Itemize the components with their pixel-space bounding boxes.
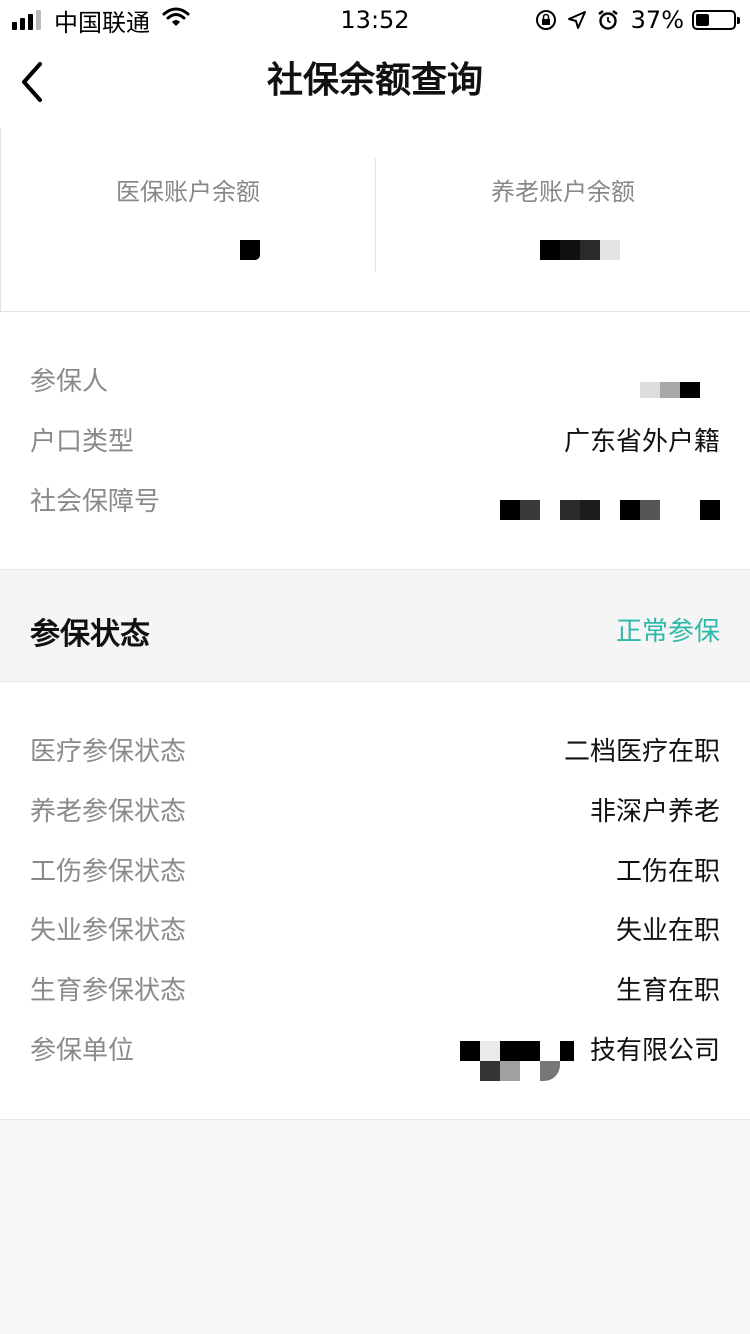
alarm-icon — [597, 9, 619, 31]
battery-fill — [696, 14, 709, 26]
info-row-household: 户口类型 广东省外户籍 — [0, 422, 750, 462]
employer-name-redacted — [460, 1041, 574, 1081]
insurance-details-section: 医疗参保状态 二档医疗在职 养老参保状态 非深户养老 工伤参保状态 工伤在职 失… — [0, 682, 750, 1120]
nav-bar: 社保余额查询 — [0, 40, 750, 128]
pension-balance-label: 养老账户余额 — [491, 178, 635, 206]
detail-row: 医疗参保状态 二档医疗在职 — [0, 732, 750, 772]
detail-label: 生育参保状态 — [30, 976, 187, 1006]
detail-row: 失业参保状态 失业在职 — [0, 911, 750, 951]
balance-card: 医保账户余额 养老账户余额 — [0, 128, 750, 312]
detail-label: 养老参保状态 — [30, 797, 187, 827]
pension-balance-value-redacted — [540, 240, 620, 260]
insurance-status-value: 正常参保 — [615, 617, 720, 647]
detail-row: 工伤参保状态 工伤在职 — [0, 852, 750, 892]
detail-value: 二档医疗在职 — [563, 737, 720, 767]
detail-label: 医疗参保状态 — [30, 737, 187, 767]
detail-row-employer: 参保单位 技有限公司 — [0, 1031, 750, 1081]
status-bar: 中国联通 13:52 37% — [0, 0, 750, 40]
location-arrow-icon — [567, 10, 587, 30]
status-bar-right: 37% — [525, 4, 740, 36]
medical-balance: 医保账户余额 — [1, 128, 375, 312]
medical-balance-value-redacted — [240, 240, 260, 260]
detail-label: 工伤参保状态 — [30, 857, 187, 887]
detail-row: 生育参保状态 生育在职 — [0, 971, 750, 1011]
employer-value: 技有限公司 — [589, 1036, 720, 1066]
battery-icon — [692, 10, 740, 30]
insured-label: 参保人 — [30, 367, 109, 397]
page-title: 社保余额查询 — [266, 60, 483, 101]
insurance-status-header: 参保状态 正常参保 — [0, 571, 750, 682]
battery-percent: 37% — [630, 6, 684, 34]
detail-value: 生育在职 — [615, 976, 720, 1006]
detail-value: 失业在职 — [615, 916, 720, 946]
pension-balance: 养老账户余额 — [376, 128, 750, 312]
medical-balance-label: 医保账户余额 — [116, 178, 260, 206]
insured-name-redacted — [640, 378, 700, 398]
household-value: 广东省外户籍 — [563, 427, 720, 457]
detail-row: 养老参保状态 非深户养老 — [0, 792, 750, 832]
household-label: 户口类型 — [30, 427, 135, 457]
info-row-insured: 参保人 — [0, 362, 750, 402]
personal-info-section: 参保人 户口类型 广东省外户籍 社会保障号 — [0, 312, 750, 570]
orientation-lock-icon — [535, 9, 557, 31]
insurance-status-title: 参保状态 — [30, 617, 150, 652]
detail-label: 失业参保状态 — [30, 916, 187, 946]
detail-value: 非深户养老 — [589, 797, 720, 827]
info-row-ssn: 社会保障号 — [0, 482, 750, 522]
ssn-value-redacted — [500, 500, 720, 520]
ssn-label: 社会保障号 — [30, 487, 161, 517]
detail-value: 工伤在职 — [615, 857, 720, 887]
employer-label: 参保单位 — [30, 1036, 135, 1066]
